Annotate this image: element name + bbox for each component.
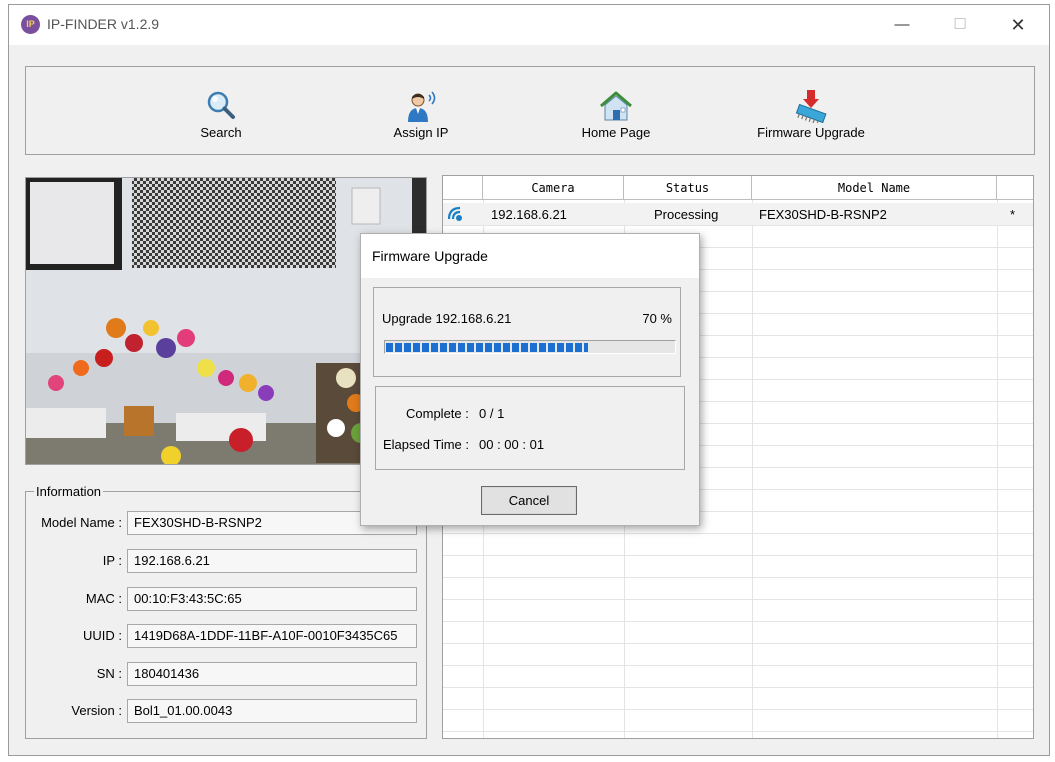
grid-row-line [443,577,1033,578]
grid-row-line [443,709,1033,710]
column-header-extra[interactable] [997,176,1033,200]
home-page-button[interactable]: Home Page [571,67,661,156]
sn-label: SN : [96,666,122,681]
version-field[interactable]: Bol1_01.00.0043 [127,699,417,723]
grid-divider [752,200,753,738]
grid-row-line [443,731,1033,732]
uuid-field[interactable]: 1419D68A-1DDF-11BF-A10F-0010F3435C65 [127,624,417,648]
firmware-upgrade-label: Firmware Upgrade [757,125,865,140]
grid-divider [997,200,998,738]
column-header-model[interactable]: Model Name [752,176,997,200]
toolbar: Search Assign IP Home Page Firmware Upgr… [25,66,1035,155]
info-row-mac: MAC : 00:10:F3:43:5C:65 [26,587,426,613]
grid-row-line [443,621,1033,622]
row-camera-ip: 192.168.6.21 [491,207,567,222]
grid-row-line [443,555,1033,556]
mac-field[interactable]: 00:10:F3:43:5C:65 [127,587,417,611]
upgrade-progress-box: Upgrade 192.168.6.21 70 % [373,287,681,377]
column-header-status[interactable]: Status [624,176,752,200]
grid-row-line [443,225,1033,226]
firmware-upgrade-button[interactable]: Firmware Upgrade [746,67,876,156]
information-legend: Information [34,484,104,499]
sn-field[interactable]: 180401436 [127,662,417,686]
information-panel: Information Model Name : FEX30SHD-B-RSNP… [25,484,427,739]
grid-row-line [443,599,1033,600]
ip-label: IP : [102,553,122,568]
camera-status-icon [447,206,462,221]
user-signal-icon [408,91,436,122]
firmware-upgrade-dialog: Firmware Upgrade Upgrade 192.168.6.21 70… [360,233,700,526]
grid-row-line [443,665,1033,666]
upgrade-stats-box: Complete : 0 / 1 Elapsed Time : 00 : 00 … [375,386,685,470]
mac-label: MAC : [85,591,122,606]
chip-download-icon [795,90,827,123]
maximize-button[interactable]: ☐ [937,9,983,41]
house-icon [600,91,632,121]
grid-row-line [443,533,1033,534]
version-label: Version : [71,703,122,718]
column-header-camera[interactable]: Camera [483,176,624,200]
grid-row-line [443,687,1033,688]
uuid-label: UUID : [83,628,122,643]
column-header-icon[interactable] [443,176,483,200]
elapsed-time-label: Elapsed Time : [383,437,469,452]
assign-ip-label: Assign IP [393,125,449,140]
ip-field[interactable]: 192.168.6.21 [127,549,417,573]
row-model-name: FEX30SHD-B-RSNP2 [759,207,887,222]
app-title: IP-FINDER v1.2.9 [47,16,160,32]
upgrade-progress-bar [384,340,676,354]
title-bar: IP IP-FINDER v1.2.9 — ☐ ✕ [9,5,1049,45]
upgrade-progress-fill [386,343,588,352]
cancel-button[interactable]: Cancel [481,486,577,515]
search-label: Search [200,125,242,140]
row-mark: * [1010,207,1016,222]
upgrade-target-text: Upgrade 192.168.6.21 [382,311,512,326]
complete-value: 0 / 1 [479,406,505,421]
close-button[interactable]: ✕ [995,9,1041,41]
info-row-version: Version : Bol1_01.00.0043 [26,699,426,725]
home-page-label: Home Page [581,125,651,140]
info-row-sn: SN : 180401436 [26,662,426,688]
row-status: Processing [654,207,719,222]
complete-label: Complete : [406,406,469,421]
elapsed-time-value: 00 : 00 : 01 [479,437,545,452]
dialog-title: Firmware Upgrade [361,234,699,278]
magnifier-icon [207,91,235,119]
assign-ip-button[interactable]: Assign IP [376,67,466,156]
app-logo-icon: IP [21,15,40,34]
model-name-label: Model Name : [41,515,122,530]
info-row-uuid: UUID : 1419D68A-1DDF-11BF-A10F-0010F3435… [26,624,426,650]
minimize-button[interactable]: — [879,9,925,41]
app-window: IP IP-FINDER v1.2.9 — ☐ ✕ Search Assign … [8,4,1050,756]
grid-row-line [443,643,1033,644]
upgrade-percent-text: 70 % [642,311,672,326]
search-button[interactable]: Search [176,67,266,156]
info-row-ip: IP : 192.168.6.21 [26,549,426,575]
